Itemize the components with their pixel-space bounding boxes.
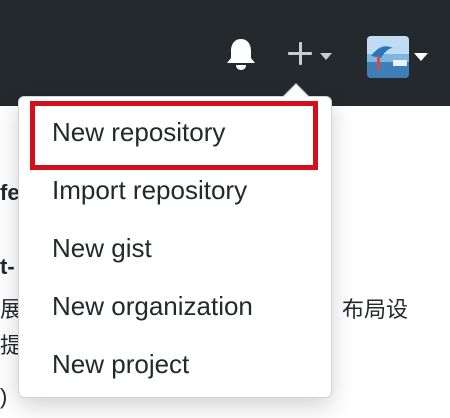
menu-item-new-organization[interactable]: New organization [52, 286, 332, 326]
avatar[interactable] [367, 36, 409, 78]
background-text: ) [0, 384, 8, 409]
avatar-chevron-down-icon[interactable] [414, 53, 428, 61]
chevron-down-icon [320, 53, 332, 60]
background-text: 布局设 [342, 297, 409, 322]
menu-item-import-repository[interactable]: Import repository [52, 170, 332, 210]
menu-item-new-gist[interactable]: New gist [52, 228, 332, 268]
bell-icon[interactable] [224, 36, 258, 72]
highlight-box [30, 101, 318, 170]
dropdown-pointer-fill [284, 85, 308, 97]
background-text: fe [0, 180, 20, 205]
header-bar [0, 0, 450, 106]
create-new-button[interactable] [284, 38, 340, 72]
menu-item-new-project[interactable]: New project [52, 344, 332, 384]
background-text: t- [0, 254, 15, 279]
